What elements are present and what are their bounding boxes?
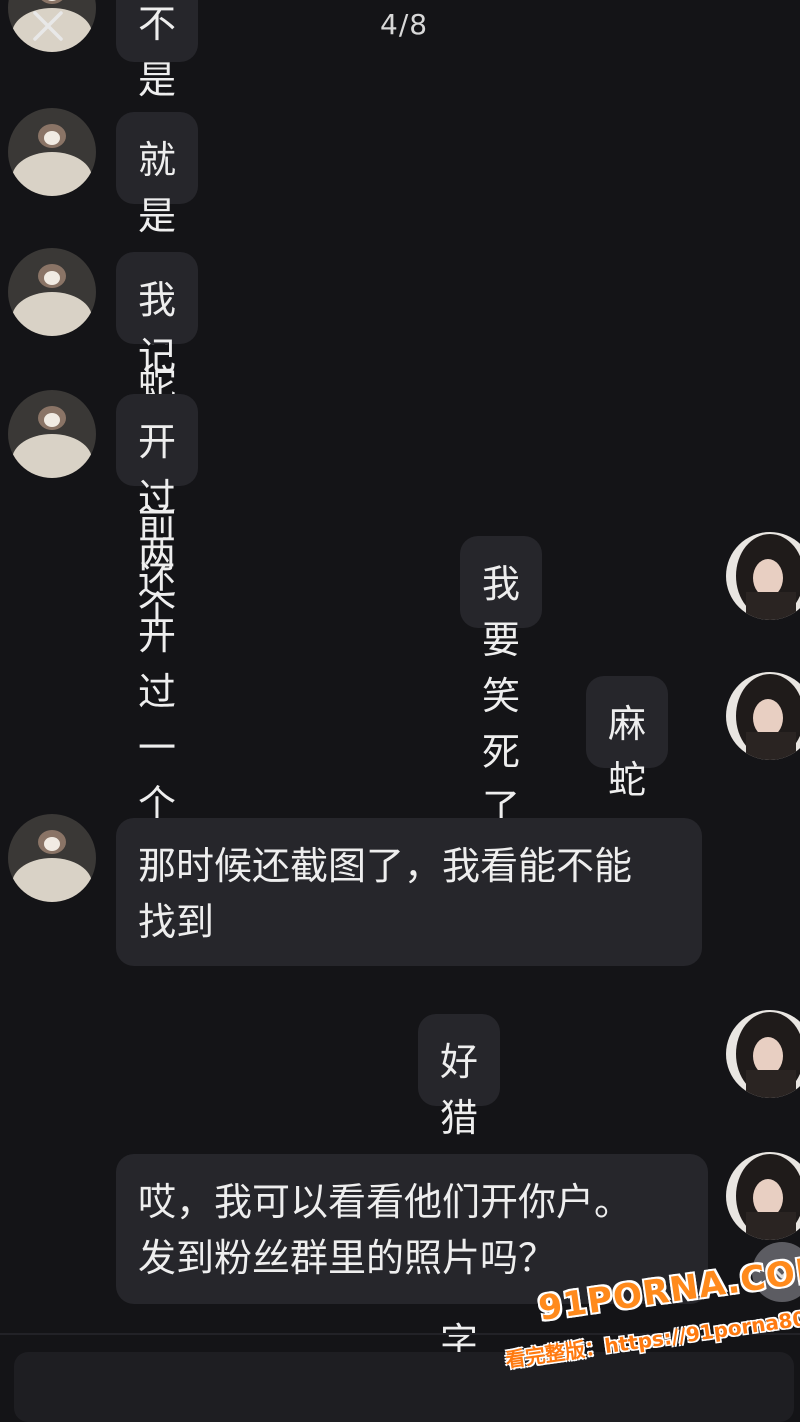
message-bubble[interactable]: 就是叫麻蛇 — [116, 112, 199, 406]
avatar[interactable] — [726, 532, 800, 620]
message-bubble[interactable]: 那时候还截图了，我看能不能 找到 — [116, 818, 702, 966]
avatar[interactable] — [8, 390, 96, 478]
avatar[interactable] — [8, 108, 96, 196]
avatar[interactable] — [726, 1010, 800, 1098]
avatar[interactable] — [8, 248, 96, 336]
message-bubble[interactable]: 开过两个 — [116, 394, 199, 632]
message-bubble[interactable]: 不是 — [116, 0, 199, 102]
message-bubble[interactable]: 我记得之前还开过一个 — [116, 252, 199, 826]
avatar[interactable] — [726, 1152, 800, 1240]
close-icon — [33, 11, 63, 41]
message-bubble[interactable]: 好猎奇的名字 — [418, 1014, 501, 1364]
message-bubble[interactable]: 麻蛇 — [586, 676, 669, 802]
avatar[interactable] — [8, 814, 96, 902]
close-button[interactable] — [28, 6, 68, 46]
chat-screen: 4/8 不是 就是叫麻蛇 我记得之前还开过一个 开过两个 我要笑死了 麻蛇 那时… — [0, 0, 800, 1422]
page-counter: 4/8 — [380, 8, 429, 41]
avatar[interactable] — [726, 672, 800, 760]
message-bubble[interactable]: 我要笑死了 — [460, 536, 543, 830]
